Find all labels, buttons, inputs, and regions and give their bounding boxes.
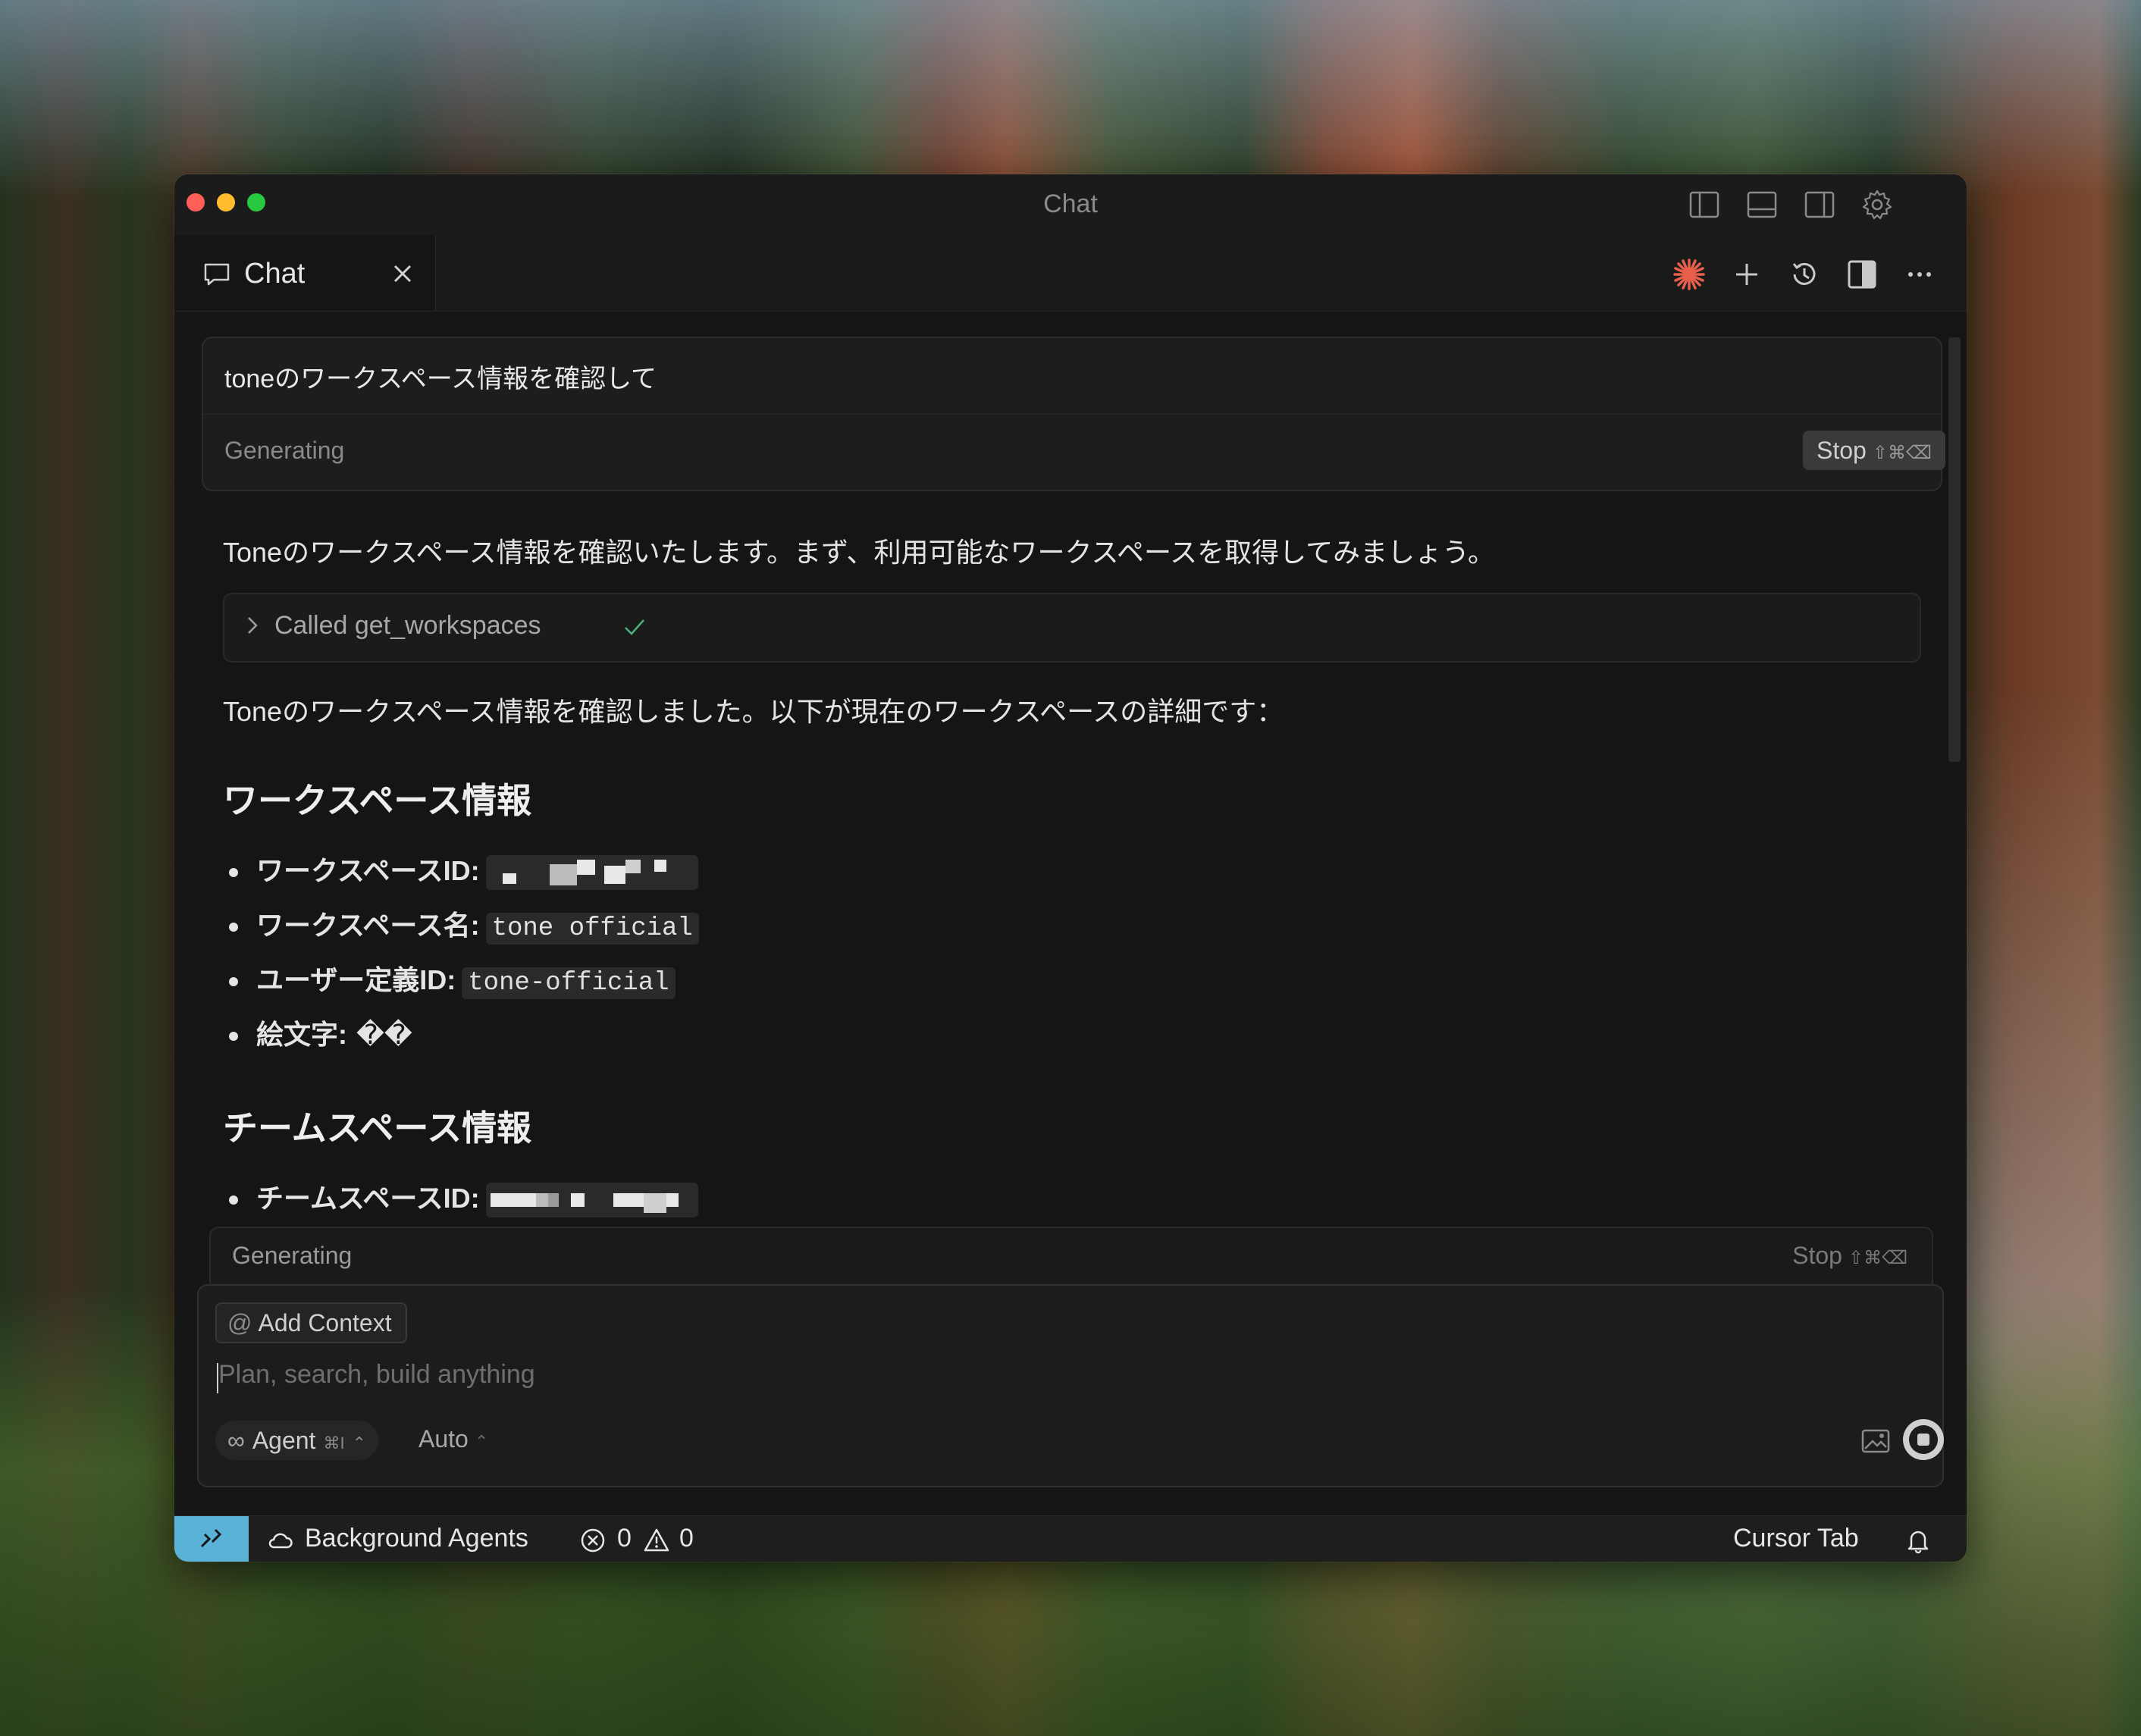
chevron-up-icon: ⌃ xyxy=(352,1434,366,1452)
warning-count[interactable]: 0 xyxy=(679,1524,694,1553)
tab-chat-label: Chat xyxy=(244,258,306,290)
stop-button[interactable]: Stop ⇧⌘⌫ xyxy=(1803,431,1945,470)
list-item-teamspace-id: チームスペースID: xyxy=(229,1177,698,1218)
remote-indicator[interactable] xyxy=(174,1516,249,1562)
image-upload-icon[interactable] xyxy=(1860,1428,1891,1454)
gear-icon[interactable] xyxy=(1860,188,1894,221)
desktop-sky xyxy=(0,0,2141,197)
chat-scrollbar[interactable] xyxy=(1948,337,1961,762)
workspace-name-code: tone official xyxy=(485,913,699,945)
list-item-label: チームスペースID: xyxy=(256,1183,480,1214)
warning-icon[interactable] xyxy=(643,1527,670,1554)
bullet xyxy=(229,1195,238,1205)
list-item-label: ワークスペース名: xyxy=(256,910,480,941)
bullet xyxy=(229,923,238,932)
status-bar: Background Agents 0 0 Cursor Tab xyxy=(174,1515,1967,1562)
infinity-icon: ∞ xyxy=(227,1427,245,1454)
new-chat-plus-icon[interactable] xyxy=(1730,258,1763,291)
check-icon xyxy=(625,619,644,635)
toggle-layout-icon[interactable] xyxy=(1845,258,1879,291)
chat-input[interactable]: Plan, search, build anything xyxy=(218,1360,535,1390)
remote-icon xyxy=(200,1528,222,1548)
model-selector-button[interactable]: Auto ⌃ xyxy=(418,1425,488,1453)
error-icon[interactable] xyxy=(579,1527,607,1554)
generating-status: Generating xyxy=(224,437,345,464)
assistant-intro: Toneのワークスペース情報を確認いたします。まず、利用可能なワークスペースを取… xyxy=(223,537,1495,568)
list-item-workspace-id: ワークスペースID: xyxy=(229,849,698,891)
composer[interactable]: @ Add Context Plan, search, build anythin… xyxy=(197,1284,1944,1487)
chat-bubble-icon xyxy=(204,263,230,286)
emoji-value: �� xyxy=(356,1020,412,1051)
list-item-label: ユーザー定義ID: xyxy=(256,964,456,995)
agent-mode-shortcut: ⌘I xyxy=(323,1434,345,1452)
history-icon[interactable] xyxy=(1788,258,1821,291)
list-item-label: 絵文字: xyxy=(256,1019,347,1050)
close-icon[interactable] xyxy=(390,261,415,287)
stop-button-label: Stop xyxy=(1817,437,1867,464)
generating-bar: Generating Stop ⇧⌘⌫ xyxy=(209,1227,1933,1286)
redacted-teamspace-id xyxy=(485,1183,698,1218)
cursor-tab-button[interactable]: Cursor Tab xyxy=(1733,1524,1859,1553)
generating-bar-stop-label: Stop xyxy=(1792,1242,1842,1269)
add-context-label: Add Context xyxy=(258,1309,392,1336)
list-item-user-defined-id: ユーザー定義ID: tone-official xyxy=(229,958,676,999)
tab-bar: Chat xyxy=(174,235,1967,312)
user-query-box[interactable]: toneのワークスペース情報を確認して Generating Stop ⇧⌘⌫ xyxy=(202,337,1945,491)
add-context-button[interactable]: @ Add Context xyxy=(215,1302,407,1343)
title-bar: Chat xyxy=(174,174,1967,236)
stop-shortcut: ⇧⌘⌫ xyxy=(1872,443,1932,463)
at-icon: @ xyxy=(227,1309,252,1336)
tool-call-row[interactable]: Called get_workspaces xyxy=(223,593,1921,663)
generating-bar-stop-shortcut: ⇧⌘⌫ xyxy=(1848,1248,1907,1268)
sparkle-icon[interactable] xyxy=(1672,258,1706,291)
chevron-right-icon xyxy=(248,617,258,634)
user-defined-id-code: tone-official xyxy=(462,967,676,999)
cloud-icon xyxy=(268,1533,293,1549)
redacted-workspace-id xyxy=(485,855,698,891)
tab-chat[interactable]: Chat xyxy=(174,235,436,311)
bullet xyxy=(229,868,238,878)
toggle-secondary-sidebar-icon[interactable] xyxy=(1803,188,1836,221)
list-item-label: ワークスペースID: xyxy=(256,855,480,886)
assistant-summary: Toneのワークスペース情報を確認しました。以下が現在のワークスペースの詳細です… xyxy=(223,696,1284,727)
list-item-emoji: 絵文字: �� xyxy=(229,1013,412,1052)
agent-mode-label: Agent xyxy=(252,1427,316,1454)
stop-generation-icon[interactable] xyxy=(1901,1418,1945,1462)
toggle-primary-sidebar-icon[interactable] xyxy=(1688,188,1721,221)
list-item-workspace-name: ワークスペース名: tone official xyxy=(229,904,699,945)
error-count[interactable]: 0 xyxy=(617,1524,632,1553)
bullet xyxy=(229,977,238,987)
toggle-panel-icon[interactable] xyxy=(1745,188,1779,221)
section-heading-teamspace: チームスペース情報 xyxy=(223,1108,532,1148)
bell-icon[interactable] xyxy=(1904,1527,1932,1554)
section-heading-workspace: ワークスペース情報 xyxy=(223,781,532,820)
query-divider xyxy=(203,414,1941,415)
user-query-text: toneのワークスペース情報を確認して xyxy=(224,365,657,393)
agent-mode-button[interactable]: ∞ Agent ⌘I ⌃ xyxy=(215,1421,378,1460)
chevron-up-icon: ⌃ xyxy=(474,1432,489,1451)
model-selector-label: Auto xyxy=(418,1425,469,1452)
background-agents-button[interactable]: Background Agents xyxy=(305,1524,528,1553)
tool-call-label: Called get_workspaces xyxy=(274,611,541,640)
generating-bar-status: Generating xyxy=(232,1242,353,1269)
generating-bar-stop-button[interactable]: Stop ⇧⌘⌫ xyxy=(1792,1242,1907,1270)
bullet xyxy=(229,1032,238,1042)
more-options-icon[interactable] xyxy=(1903,258,1936,291)
chat-window: Chat Chat toneのワークスペース情報を確認して Generating… xyxy=(174,174,1967,1562)
